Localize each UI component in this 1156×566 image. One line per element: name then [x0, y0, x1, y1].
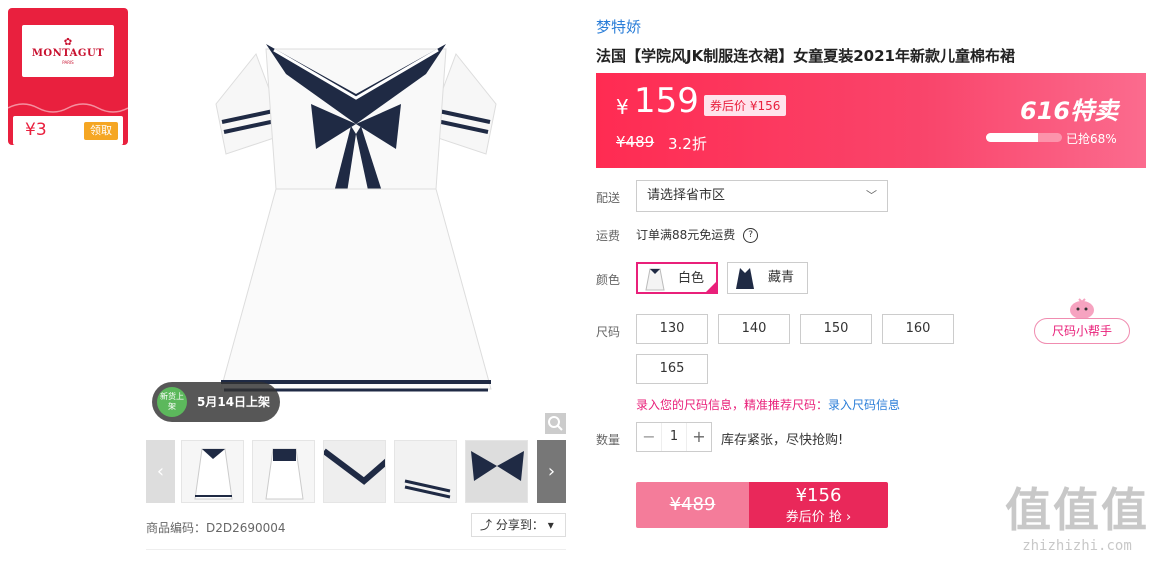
chevron-down-icon: ﹀	[866, 189, 877, 202]
region-select[interactable]: 请选择省市区 ﹀	[636, 180, 888, 212]
buy-original-price: ¥489	[636, 482, 749, 528]
size-option-140[interactable]: 140	[718, 314, 790, 344]
quantity-increase-button[interactable]: +	[686, 423, 711, 451]
delivery-label: 配送	[596, 191, 621, 205]
size-label: 尺码	[596, 325, 621, 339]
size-info-text: 录入您的尺码信息，精准推荐尺码：	[636, 398, 829, 412]
sold-percentage: 已抢68%	[1066, 132, 1117, 146]
size-option-165[interactable]: 165	[636, 354, 708, 384]
launch-date: 5月14日上架	[197, 395, 271, 409]
size-option-160[interactable]: 160	[882, 314, 954, 344]
brand-logo-text: MONTAGUT	[31, 47, 105, 59]
after-coupon-price: 券后价 ¥156	[704, 95, 787, 116]
help-icon[interactable]: ?	[743, 228, 759, 243]
discount-rate: 3.2折	[668, 135, 707, 153]
color-option-label: 藏青	[768, 270, 795, 285]
buy-coupon-price[interactable]: ¥156 券后价 抢 ›	[749, 482, 888, 528]
share-icon: ⤴	[480, 518, 493, 532]
buy-price: ¥156	[795, 485, 842, 506]
thumbnail-bow-detail[interactable]	[465, 440, 528, 503]
new-arrival-badge: 新货上架 5月14日上架	[152, 382, 280, 422]
region-select-value: 请选择省市区	[647, 188, 726, 203]
selected-check-icon	[704, 280, 718, 294]
chevron-down-icon: ▾	[547, 518, 554, 532]
currency-symbol: ¥	[616, 95, 629, 119]
main-product-image[interactable]	[146, 14, 566, 434]
product-title: 法国【学院风JK制服连衣裙】女童夏装2021年新款儿童棉布裙	[596, 47, 1015, 65]
white-dress-swatch	[645, 268, 665, 291]
brand-logo-sub: PARIS	[62, 59, 74, 65]
product-code: 商品编码：D2D2690004	[146, 521, 286, 535]
thumbnail-collar-detail[interactable]	[323, 440, 386, 503]
divider	[146, 549, 566, 550]
shipping-text: 订单满88元免运费	[636, 228, 736, 242]
buy-action-label: 券后价 抢 ›	[785, 510, 852, 525]
brand-logo: ✿ MONTAGUT PARIS	[22, 25, 114, 77]
coupon-bottom: ¥3 领取	[13, 116, 123, 145]
crest-icon: ✿	[63, 36, 73, 48]
share-label: 分享到：	[495, 518, 544, 532]
size-info-prompt: 录入您的尺码信息，精准推荐尺码：录入尺码信息	[636, 396, 900, 413]
share-button[interactable]: ⤴ 分享到： ▾	[471, 513, 566, 537]
size-option-150[interactable]: 150	[800, 314, 872, 344]
thumbnail-front-view[interactable]	[181, 440, 244, 503]
thumbnail-next-button[interactable]: ›	[537, 440, 566, 503]
thumbnail-back-view[interactable]	[252, 440, 315, 503]
quantity-stepper: − 1 +	[636, 422, 712, 452]
navy-dress-swatch	[736, 268, 754, 289]
magnifier-icon[interactable]	[545, 413, 566, 434]
watermark-logo: 值值值	[1005, 483, 1149, 537]
site-watermark: 值值值 zhizhizhi.com	[1002, 482, 1152, 566]
new-arrival-icon: 新货上架	[157, 387, 187, 417]
sold-progress-bar	[986, 133, 1062, 142]
color-label: 颜色	[596, 273, 621, 287]
thumbnail-sleeve-detail[interactable]	[394, 440, 457, 503]
watermark-site: zhizhizhi.com	[1022, 538, 1132, 554]
thumbnail-prev-button[interactable]: ‹	[146, 440, 175, 503]
quantity-label: 数量	[596, 433, 621, 447]
quantity-decrease-button[interactable]: −	[637, 423, 662, 451]
current-price: 159	[634, 81, 699, 121]
size-option-130[interactable]: 130	[636, 314, 708, 344]
sale-event-title: 616特卖	[1020, 97, 1119, 125]
claim-coupon-button[interactable]: 领取	[84, 122, 118, 140]
coupon-wave-decoration	[8, 103, 128, 113]
buy-now-button[interactable]: ¥489 ¥156 券后价 抢 ›	[636, 482, 888, 528]
size-helper-button[interactable]: 尺码小帮手	[1034, 318, 1130, 344]
brand-link[interactable]: 梦特娇	[596, 16, 641, 37]
shop-coupon-card[interactable]: ✿ MONTAGUT PARIS ¥3 领取	[8, 8, 128, 145]
dress-illustration	[215, 44, 497, 392]
shipping-label: 运费	[596, 229, 621, 243]
stock-warning: 库存紧张，尽快抢购!	[721, 433, 844, 448]
color-option-navy[interactable]: 藏青	[727, 262, 808, 294]
enter-size-link[interactable]: 录入尺码信息	[828, 398, 900, 412]
color-option-label: 白色	[678, 271, 705, 286]
original-price: ¥489	[616, 133, 655, 151]
color-option-white[interactable]: 白色	[636, 262, 718, 294]
quantity-input[interactable]: 1	[661, 423, 687, 451]
shipping-info: 订单满88元免运费 ?	[636, 226, 759, 243]
coupon-amount: ¥3	[25, 120, 47, 140]
mascot-icon	[1070, 298, 1094, 319]
price-banner: ¥ 159 券后价 ¥156 ¥489 3.2折 616特卖 已抢68%	[596, 73, 1146, 168]
